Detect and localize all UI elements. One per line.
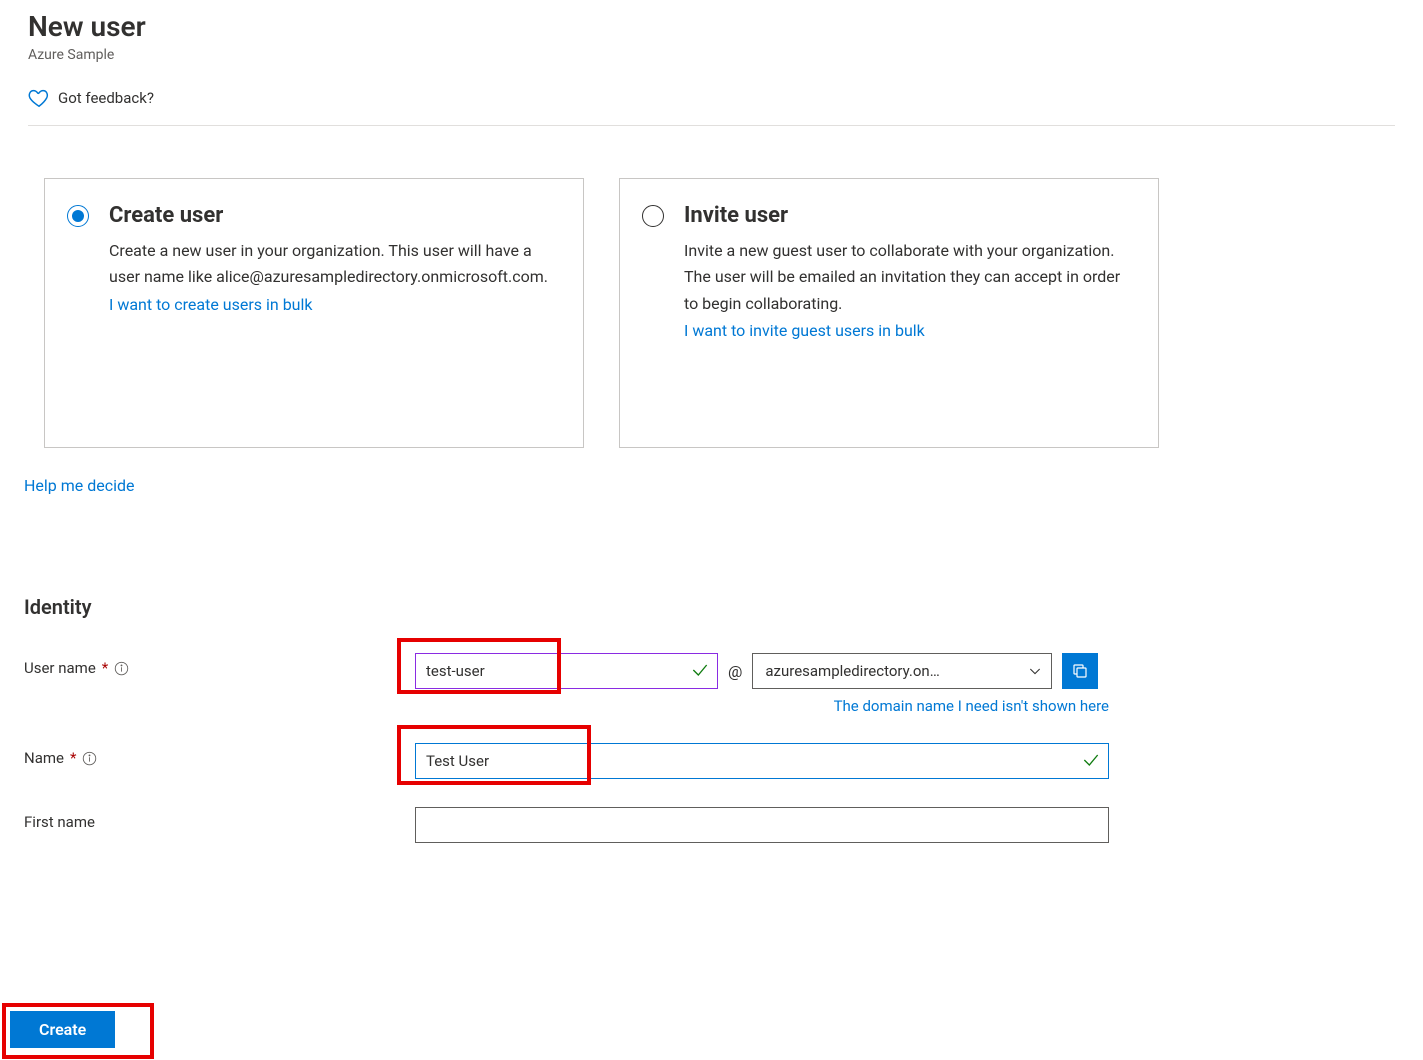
- domain-select[interactable]: azuresampledirectory.on…: [752, 653, 1052, 689]
- bulk-create-link[interactable]: I want to create users in bulk: [109, 295, 313, 314]
- info-icon[interactable]: [82, 751, 97, 766]
- at-symbol: @: [728, 662, 742, 681]
- invite-user-radio[interactable]: [642, 205, 664, 227]
- help-me-decide-link[interactable]: Help me decide: [24, 476, 135, 495]
- name-label: Name: [24, 749, 64, 767]
- required-asterisk: *: [102, 659, 108, 677]
- bulk-invite-link[interactable]: I want to invite guest users in bulk: [684, 321, 925, 340]
- name-input[interactable]: [415, 743, 1109, 779]
- info-icon[interactable]: [114, 661, 129, 676]
- invite-user-title: Invite user: [684, 203, 1130, 228]
- required-asterisk: *: [70, 749, 76, 767]
- domain-help-link[interactable]: The domain name I need isn't shown here: [415, 697, 1109, 715]
- create-user-radio[interactable]: [67, 205, 89, 227]
- identity-section-title: Identity: [24, 595, 1403, 619]
- firstname-input[interactable]: [415, 807, 1109, 843]
- create-user-title: Create user: [109, 203, 555, 228]
- firstname-label: First name: [24, 813, 95, 831]
- username-input[interactable]: [415, 653, 718, 689]
- copy-icon: [1071, 662, 1089, 680]
- domain-selected: azuresampledirectory.on…: [765, 662, 939, 680]
- create-user-card[interactable]: Create user Create a new user in your or…: [44, 178, 584, 448]
- feedback-text: Got feedback?: [58, 89, 154, 107]
- feedback-bar[interactable]: Got feedback?: [28, 81, 1395, 126]
- heart-icon: [28, 87, 50, 109]
- copy-button[interactable]: [1062, 653, 1098, 689]
- invite-user-text: Invite a new guest user to collaborate w…: [684, 238, 1130, 317]
- create-user-text: Create a new user in your organization. …: [109, 238, 555, 291]
- username-label: User name: [24, 659, 96, 677]
- page-subtitle: Azure Sample: [28, 47, 1395, 63]
- page-title: New user: [28, 10, 1395, 43]
- chevron-down-icon: [1027, 663, 1043, 679]
- create-button[interactable]: Create: [10, 1011, 115, 1048]
- invite-user-card[interactable]: Invite user Invite a new guest user to c…: [619, 178, 1159, 448]
